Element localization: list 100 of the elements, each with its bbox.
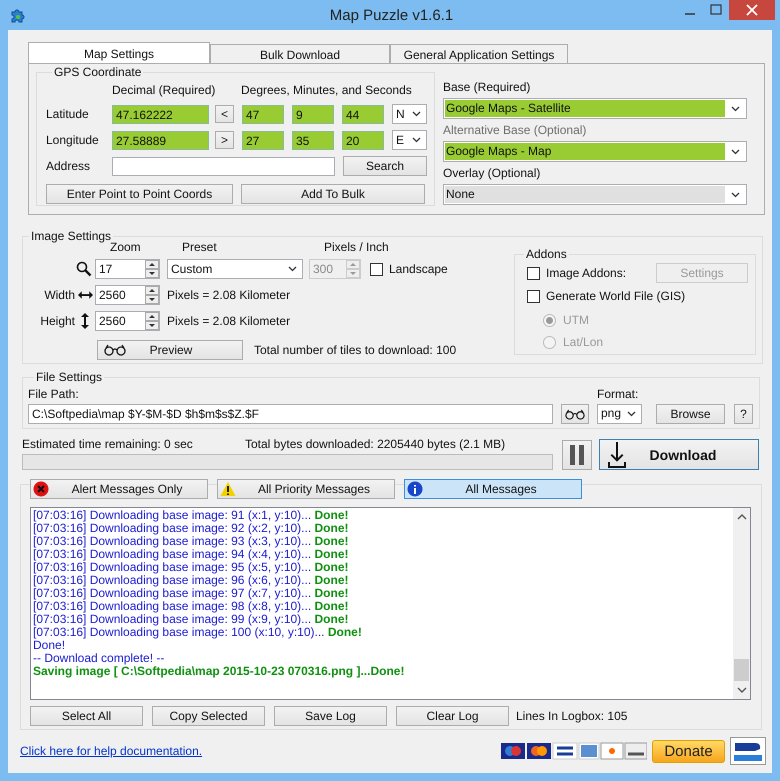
chevron-icon xyxy=(731,192,740,198)
group-title: GPS Coordinate xyxy=(53,65,142,79)
group-title: Image Settings xyxy=(30,229,112,243)
download-icon xyxy=(608,442,626,468)
download-button[interactable]: Download xyxy=(599,439,759,470)
minutes-field[interactable]: 35 xyxy=(292,130,334,150)
chevron-icon xyxy=(288,266,297,272)
field-label: Format: xyxy=(597,387,640,401)
filter-button[interactable]: All Messages xyxy=(404,479,582,499)
map-source-dropdown[interactable]: Google Maps - Map xyxy=(443,141,747,162)
glasses-icon xyxy=(565,408,585,420)
time-remaining: Estimated time remaining: 0 sec xyxy=(22,437,194,451)
log-line: [07:03:16] Downloading base image: 100 (x:10, y:10)... Done! xyxy=(33,626,363,639)
checkbox-label: Image Addons: xyxy=(546,266,626,280)
degrees-field[interactable]: 47 xyxy=(242,104,284,124)
seconds-field[interactable]: 44 xyxy=(342,104,384,124)
checkbox[interactable] xyxy=(527,290,540,302)
address-field[interactable] xyxy=(112,156,335,176)
field-label: Overlay (Optional) xyxy=(443,166,542,181)
degrees-field[interactable]: 27 xyxy=(242,130,284,150)
chevron-icon xyxy=(627,411,636,417)
pause-icon xyxy=(569,445,585,465)
log-line: [07:03:16] Downloading base image: 97 (x:7, y:10)... Done! xyxy=(33,587,350,600)
checkbox[interactable] xyxy=(370,262,383,276)
tab[interactable]: General Application Settings xyxy=(390,44,568,63)
log-action-button[interactable]: Save Log xyxy=(274,706,387,726)
column-heading: Decimal (Required) xyxy=(112,83,216,98)
radio-label: UTM xyxy=(563,313,589,327)
action-button[interactable]: Add To Bulk xyxy=(241,184,425,204)
scroll-up-icon[interactable] xyxy=(736,514,746,520)
log-line: -- Download complete! -- xyxy=(33,652,166,665)
checkbox-label: Generate World File (GIS) xyxy=(546,289,686,303)
tiles-count: Total number of tiles to download: 100 xyxy=(254,343,456,357)
scrollbar[interactable] xyxy=(733,508,750,699)
info-icon xyxy=(407,481,423,497)
log-line: [07:03:16] Downloading base image: 92 (x:2, y:10)... Done! xyxy=(33,522,350,535)
spin-arrows-icon[interactable] xyxy=(145,286,159,304)
convert-button[interactable]: < xyxy=(215,105,234,123)
zoom-spinner[interactable]: 17 xyxy=(95,259,160,279)
search-button[interactable]: Search xyxy=(343,156,427,176)
log-line: [07:03:16] Downloading base image: 99 (x:9, y:10)... Done! xyxy=(33,613,350,626)
group-title: File Settings xyxy=(35,370,104,384)
field-label: Base (Required) xyxy=(443,80,532,95)
help-link[interactable]: Click here for help documentation. xyxy=(20,742,202,760)
chevron-icon xyxy=(412,111,421,117)
log-action-button[interactable]: Clear Log xyxy=(396,706,509,726)
decimal-field[interactable]: 47.162222 xyxy=(112,104,209,124)
minutes-field[interactable]: 9 xyxy=(292,104,334,124)
field-label: Height xyxy=(39,314,75,328)
puzzle-icon xyxy=(10,8,26,24)
log-line: [07:03:16] Downloading base image: 93 (x:3, y:10)... Done! xyxy=(33,535,350,548)
checkbox-label: Landscape xyxy=(389,262,448,276)
format-dropdown[interactable]: png xyxy=(597,404,642,424)
tab[interactable]: Map Settings xyxy=(28,42,210,63)
field-label: Alternative Base (Optional) xyxy=(443,123,588,138)
search-icon xyxy=(76,261,92,277)
size-note: Pixels = 2.08 Kilometer xyxy=(167,288,290,302)
donate-button[interactable]: Donate xyxy=(652,740,725,762)
preset-dropdown[interactable]: Custom xyxy=(167,259,303,279)
chevron-icon xyxy=(731,148,740,154)
field-label: Preset xyxy=(182,240,218,253)
checkbox[interactable] xyxy=(527,266,540,280)
warning-icon xyxy=(220,481,236,497)
filter-button[interactable]: Alert Messages Only xyxy=(30,479,208,499)
filter-button[interactable]: All Priority Messages xyxy=(217,479,395,499)
radio-label: Lat/Lon xyxy=(563,335,604,349)
group-title: Addons xyxy=(525,247,568,261)
help-button[interactable]: ? xyxy=(734,404,753,424)
chevron-icon xyxy=(412,137,421,143)
log-line: [07:03:16] Downloading base image: 94 (x:4, y:10)... Done! xyxy=(33,548,350,561)
size-spinner[interactable]: 2560 xyxy=(95,311,160,331)
payment-badge-icon xyxy=(730,737,766,765)
close-icon[interactable] xyxy=(729,0,775,20)
preview-path-button[interactable] xyxy=(561,404,589,424)
scroll-down-icon[interactable] xyxy=(736,687,746,693)
scroll-thumb[interactable] xyxy=(734,659,749,681)
decimal-field[interactable]: 27.58889 xyxy=(112,130,209,150)
size-spinner[interactable]: 2560 xyxy=(95,285,160,305)
horizontal-arrow-icon xyxy=(78,291,92,299)
log-action-button[interactable]: Select All xyxy=(30,706,143,726)
spin-arrows-icon[interactable] xyxy=(145,312,159,330)
map-source-dropdown[interactable]: Google Maps - Satellite xyxy=(443,98,747,119)
hemisphere-dropdown[interactable]: N xyxy=(392,104,427,124)
log-line-count: Lines In Logbox: 105 xyxy=(516,709,628,723)
column-heading: Degrees, Minutes, and Seconds xyxy=(241,83,412,98)
vertical-arrow-icon xyxy=(81,313,89,329)
seconds-field[interactable]: 20 xyxy=(342,130,384,150)
tab[interactable]: Bulk Download xyxy=(210,44,390,63)
spin-arrows-icon[interactable] xyxy=(145,260,159,278)
field-label: File Path: xyxy=(28,387,80,401)
log-action-button[interactable]: Copy Selected xyxy=(152,706,265,726)
action-button[interactable]: Enter Point to Point Coords xyxy=(46,184,233,204)
file-path-field[interactable]: C:\Softpedia\map $Y-$M-$D $h$m$s$Z.$F xyxy=(28,404,553,424)
hemisphere-dropdown[interactable]: E xyxy=(392,130,427,150)
map-source-dropdown[interactable]: None xyxy=(443,184,747,205)
preview-button[interactable]: Preview xyxy=(97,340,243,360)
convert-button[interactable]: > xyxy=(215,131,234,149)
browse-button[interactable]: Browse xyxy=(656,404,725,424)
pause-button[interactable] xyxy=(562,440,592,470)
glasses-icon xyxy=(104,344,126,356)
